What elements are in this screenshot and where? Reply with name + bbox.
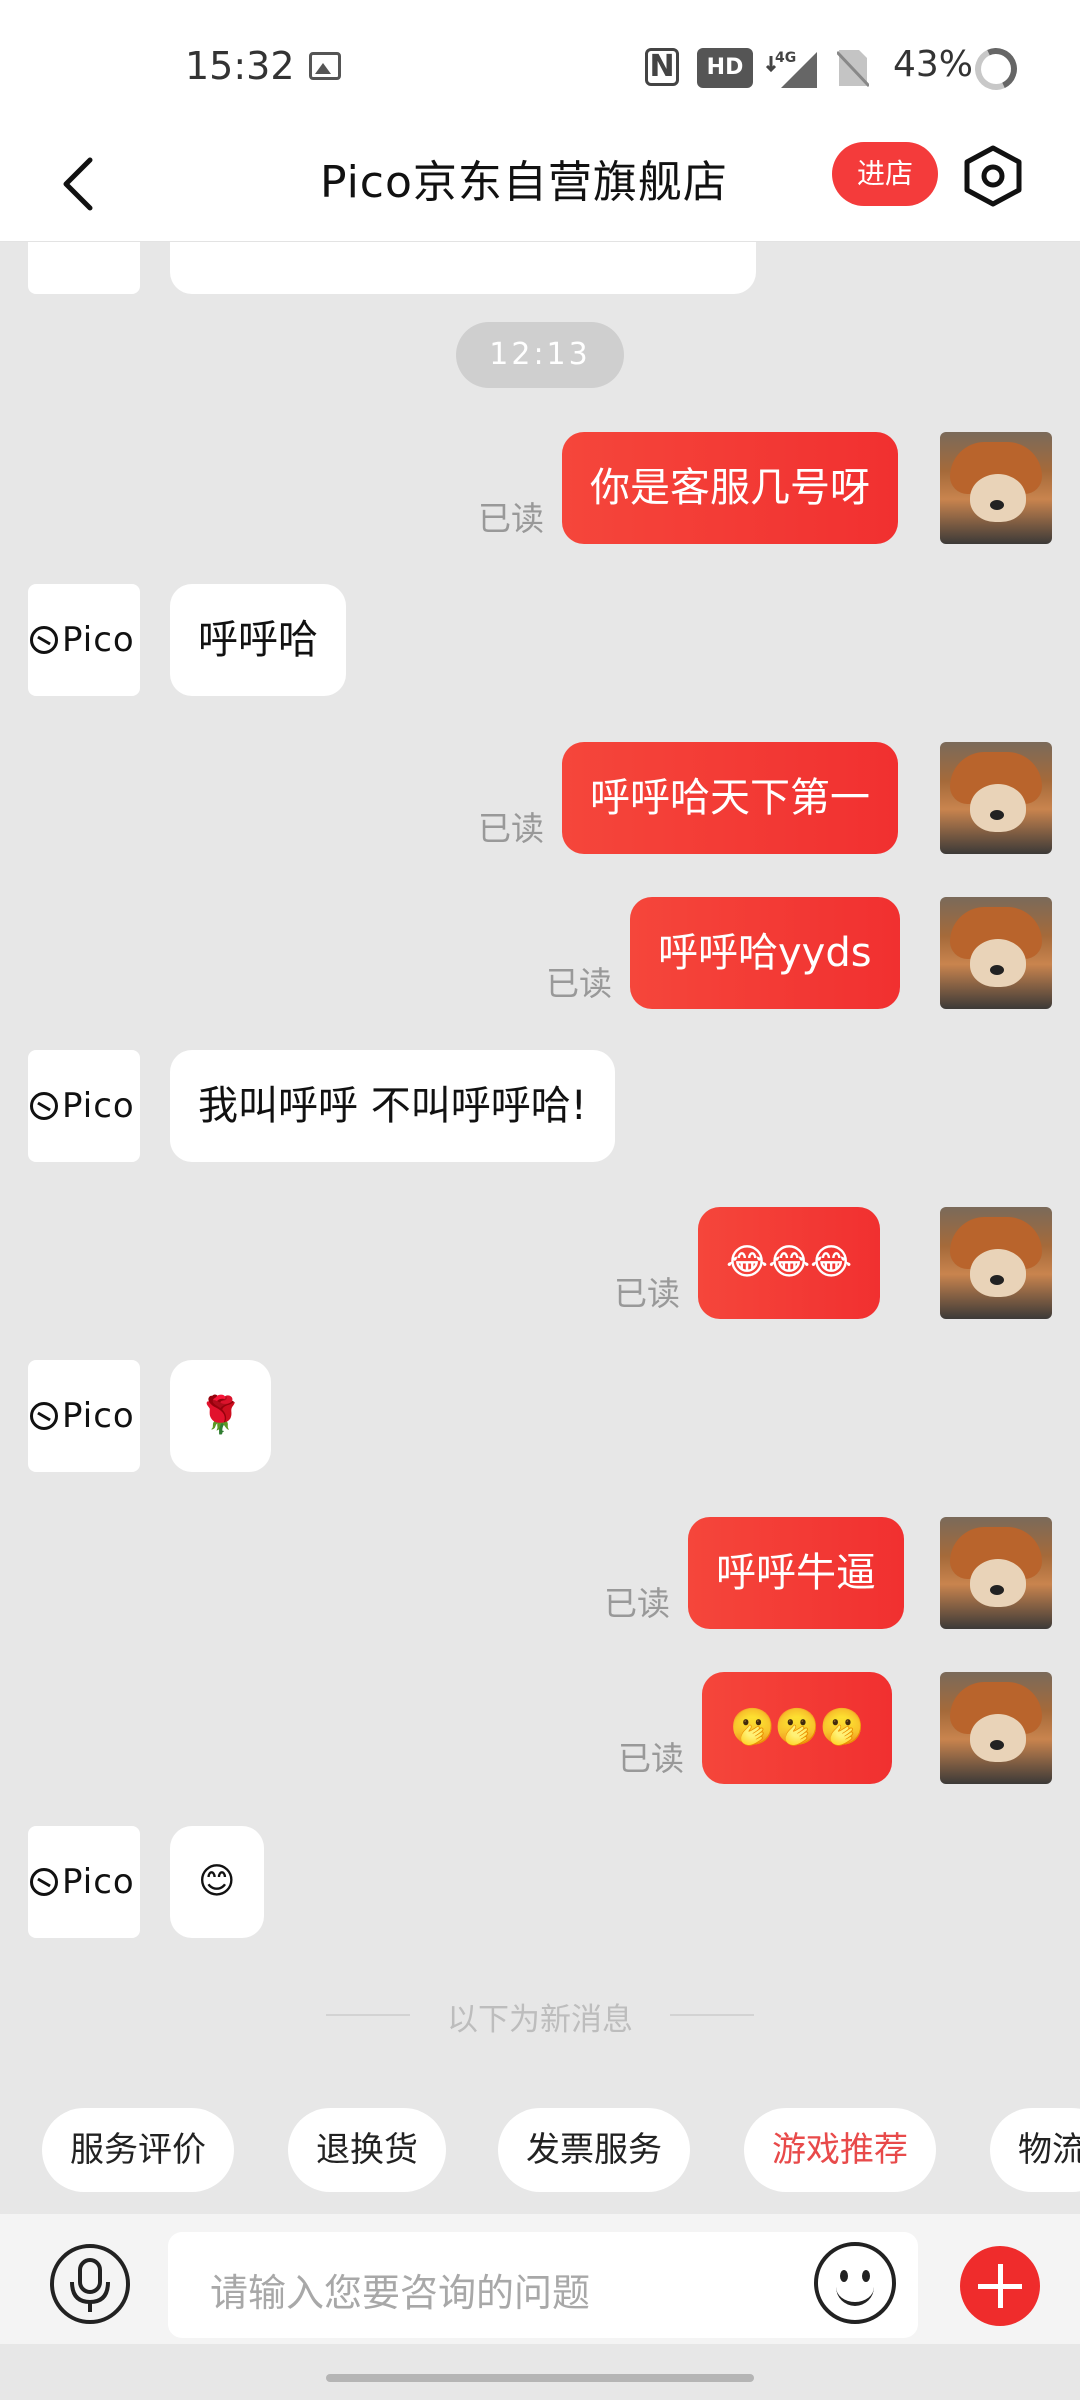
- message-bubble-partial: [170, 242, 756, 294]
- quick-reply-logistics[interactable]: 物流: [990, 2108, 1080, 2192]
- user-avatar[interactable]: [940, 742, 1052, 854]
- shop-message-bubble[interactable]: 我叫呼呼 不叫呼呼哈!: [170, 1050, 615, 1162]
- smiley-mouth: [836, 2286, 874, 2306]
- shop-logo-text: Pico: [62, 620, 135, 660]
- home-indicator[interactable]: [326, 2374, 754, 2382]
- message-input-placeholder: 请输入您要咨询的问题: [210, 2271, 591, 2315]
- user-avatar[interactable]: [940, 897, 1052, 1009]
- user-message-bubble[interactable]: 呼呼牛逼: [688, 1517, 904, 1629]
- new-messages-divider: 以下为新消息: [447, 2002, 633, 2038]
- quick-reply-bar[interactable]: 服务评价 退换货 发票服务 游戏推荐 物流: [0, 2100, 1080, 2210]
- shop-avatar[interactable]: Pico: [28, 1826, 140, 1938]
- quick-reply-game-recommend[interactable]: 游戏推荐: [744, 2108, 936, 2192]
- pico-logo-icon: [30, 1868, 58, 1896]
- shop-message-bubble[interactable]: 🌹: [170, 1360, 271, 1472]
- hd-badge: HD: [697, 48, 753, 88]
- image-notification-icon: [309, 52, 341, 80]
- enter-store-button[interactable]: 进店: [832, 142, 938, 206]
- read-receipt: 已读: [618, 1739, 684, 1778]
- shop-avatar[interactable]: Pico: [28, 584, 140, 696]
- shop-avatar[interactable]: Pico: [28, 1360, 140, 1472]
- message-input[interactable]: 请输入您要咨询的问题: [168, 2232, 918, 2338]
- plus-button[interactable]: [960, 2246, 1040, 2326]
- shop-logo-text: Pico: [62, 1862, 135, 1902]
- status-time: 15:32: [185, 44, 295, 88]
- battery-percent: 43%: [893, 44, 974, 85]
- user-message-bubble[interactable]: 😂😂😂: [698, 1207, 881, 1319]
- back-button[interactable]: [50, 144, 130, 224]
- chat-message-list[interactable]: 12:13 已读 你是客服几号呀 Pico 呼呼哈 已读 呼呼哈天下第一 已读 …: [0, 242, 1080, 2072]
- shop-logo-text: Pico: [62, 1396, 135, 1436]
- emoji-button[interactable]: [814, 2242, 896, 2324]
- user-avatar[interactable]: [940, 1207, 1052, 1319]
- battery-icon: [969, 42, 1023, 96]
- pico-logo-icon: [30, 1402, 58, 1430]
- smiley-eye: [862, 2270, 870, 2282]
- settings-button[interactable]: [958, 140, 1028, 212]
- user-avatar[interactable]: [940, 1672, 1052, 1784]
- voice-input-button[interactable]: [50, 2244, 130, 2324]
- read-receipt: 已读: [546, 964, 612, 1003]
- hexagon-settings-icon: [964, 145, 1022, 207]
- network-label: 4G: [775, 50, 796, 66]
- shop-avatar[interactable]: Pico: [28, 1050, 140, 1162]
- signal-4g-icon: 4G: [765, 50, 817, 88]
- chat-header: Pico京东自营旗舰店 进店: [0, 130, 1080, 242]
- smiley-icon: [840, 2270, 848, 2282]
- timestamp-pill: 12:13: [456, 322, 624, 388]
- user-message-bubble[interactable]: 呼呼哈天下第一: [562, 742, 898, 854]
- read-receipt: 已读: [604, 1584, 670, 1623]
- quick-reply-service-rating[interactable]: 服务评价: [42, 2108, 234, 2192]
- read-receipt: 已读: [614, 1274, 680, 1313]
- quick-reply-invoice[interactable]: 发票服务: [498, 2108, 690, 2192]
- user-avatar[interactable]: [940, 432, 1052, 544]
- pico-logo-icon: [30, 1092, 58, 1120]
- nfc-icon: N: [645, 48, 679, 86]
- page-title: Pico京东自营旗舰店: [320, 157, 728, 208]
- microphone-icon: [78, 2258, 102, 2294]
- chevron-left-icon: [63, 157, 93, 211]
- pico-logo-icon: [30, 626, 58, 654]
- shop-logo-text: Pico: [62, 1086, 135, 1126]
- input-bar: 请输入您要咨询的问题: [0, 2214, 1080, 2344]
- quick-reply-return-exchange[interactable]: 退换货: [288, 2108, 446, 2192]
- status-bar: 15:32 N HD 4G 43%: [0, 0, 1080, 130]
- user-message-bubble[interactable]: 你是客服几号呀: [562, 432, 898, 544]
- shop-avatar: [28, 242, 140, 294]
- shop-message-bubble[interactable]: 呼呼哈: [170, 584, 346, 696]
- read-receipt: 已读: [478, 809, 544, 848]
- read-receipt: 已读: [478, 499, 544, 538]
- shop-message-bubble[interactable]: 😊: [170, 1826, 264, 1938]
- divider-line-right: [670, 2014, 754, 2016]
- user-avatar[interactable]: [940, 1517, 1052, 1629]
- user-message-bubble[interactable]: 呼呼哈yyds: [630, 897, 900, 1009]
- no-sim-icon: [837, 50, 869, 88]
- user-message-bubble[interactable]: 🫢🫢🫢: [702, 1672, 893, 1784]
